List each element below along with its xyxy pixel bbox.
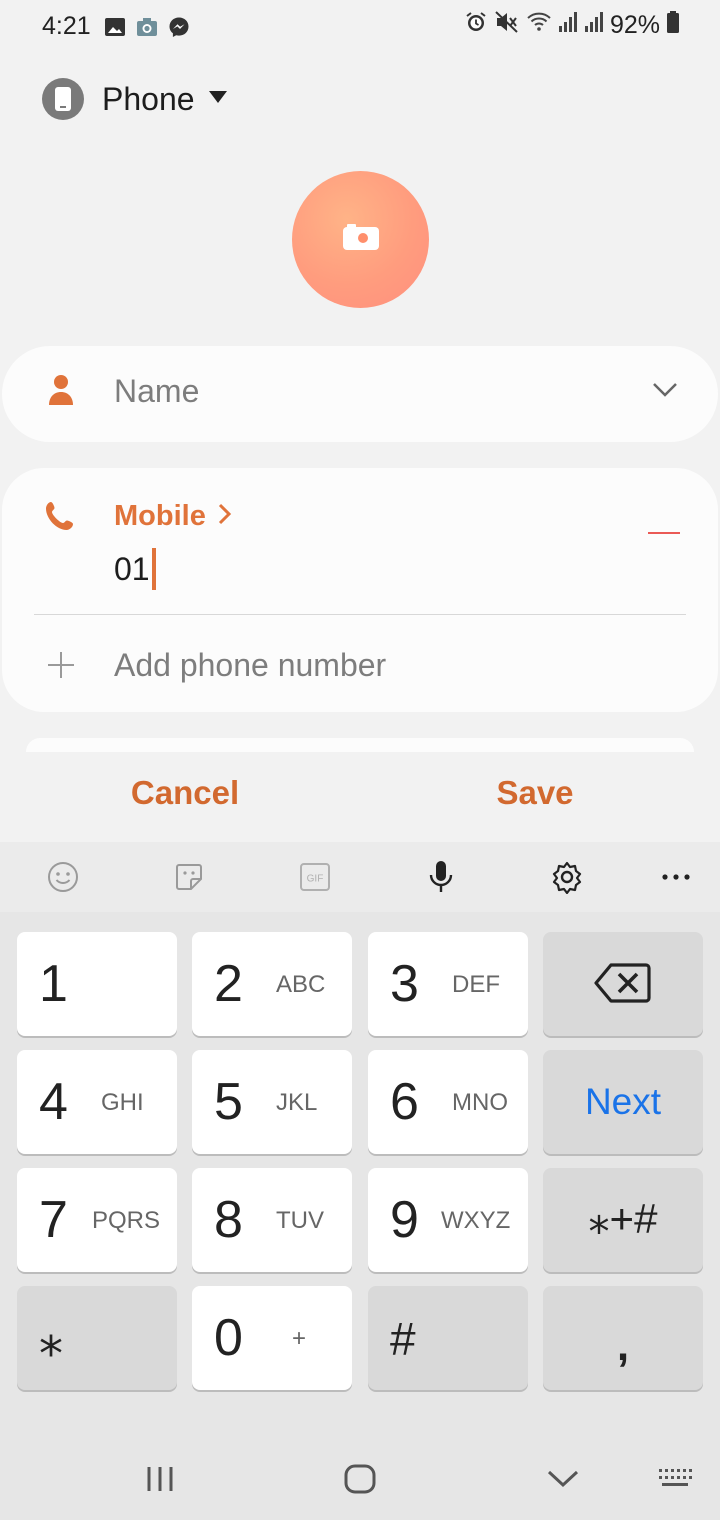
emoji-icon[interactable]: [46, 860, 80, 894]
next-key[interactable]: Next: [543, 1050, 703, 1154]
svg-text:GIF: GIF: [307, 874, 324, 885]
key-7[interactable]: 7 PQRS: [17, 1168, 177, 1272]
text-cursor: [151, 548, 156, 590]
symbols-key-label: ⁎+#: [588, 1195, 658, 1242]
key-0[interactable]: 0 +: [192, 1286, 352, 1390]
account-label: Phone: [102, 80, 195, 117]
camera-icon: [136, 16, 158, 38]
backspace-key[interactable]: [543, 932, 703, 1036]
remove-phone-button[interactable]: [648, 532, 680, 534]
sticker-icon[interactable]: [172, 860, 206, 894]
plus-icon: [46, 650, 76, 685]
phone-card: Mobile 01 Add phone number: [2, 468, 718, 712]
divider: [34, 614, 686, 615]
signal-icon: [584, 10, 604, 41]
keyboard-toolbar: GIF: [0, 842, 720, 912]
phone-number-input[interactable]: 01: [114, 548, 156, 590]
back-icon[interactable]: [547, 1470, 579, 1493]
home-icon[interactable]: [344, 1464, 376, 1499]
person-icon: [48, 374, 74, 411]
chevron-down-icon[interactable]: [652, 382, 678, 403]
symbols-key[interactable]: ⁎+#: [543, 1168, 703, 1272]
gif-icon[interactable]: GIF: [298, 860, 332, 894]
star-key[interactable]: ⁎: [17, 1286, 177, 1390]
messenger-icon: [168, 16, 190, 38]
phone-type-label: Mobile: [114, 500, 206, 532]
settings-icon[interactable]: [550, 860, 584, 894]
status-time: 4:21: [42, 12, 91, 40]
key-2[interactable]: 2 ABC: [192, 932, 352, 1036]
camera-icon: [342, 224, 379, 255]
dropdown-caret-icon: [208, 90, 227, 108]
key-9[interactable]: 9 WXYZ: [368, 1168, 528, 1272]
alarm-icon: [464, 10, 488, 41]
next-key-label: Next: [584, 1081, 662, 1122]
name-card: Name: [2, 346, 718, 442]
phone-icon: [44, 500, 76, 537]
cancel-button[interactable]: Cancel: [90, 774, 280, 812]
battery-text: 92%: [609, 11, 660, 39]
phone-type-selector[interactable]: Mobile: [114, 500, 232, 533]
action-bar: Cancel Save: [0, 752, 720, 842]
phone-storage-icon: [42, 78, 84, 120]
wifi-icon: [526, 10, 552, 41]
navigation-bar: [0, 1440, 720, 1520]
keyboard: GIF 1 2 ABC 3 DEF 4 GHI 5 JKL 6 MNO Next…: [0, 842, 720, 1440]
key-8[interactable]: 8 TUV: [192, 1168, 352, 1272]
key-5[interactable]: 5 JKL: [192, 1050, 352, 1154]
microphone-icon[interactable]: [424, 860, 458, 894]
mute-icon: [494, 10, 520, 41]
key-3[interactable]: 3 DEF: [368, 932, 528, 1036]
signal-icon: [558, 10, 578, 41]
phone-number-value: 01: [114, 550, 150, 587]
key-4[interactable]: 4 GHI: [17, 1050, 177, 1154]
backspace-icon: [593, 962, 651, 1009]
key-1[interactable]: 1: [17, 932, 177, 1036]
comma-key[interactable]: ,: [543, 1286, 703, 1390]
status-indicators: 92%: [464, 10, 680, 41]
recents-icon[interactable]: [146, 1466, 174, 1497]
status-bar: 4:21 92%: [0, 0, 720, 56]
name-input[interactable]: Name: [114, 373, 199, 410]
battery-icon: [666, 10, 680, 41]
account-selector[interactable]: Phone: [42, 78, 227, 120]
add-photo-button[interactable]: [292, 171, 429, 308]
hash-key[interactable]: #: [368, 1286, 528, 1390]
key-6[interactable]: 6 MNO: [368, 1050, 528, 1154]
more-icon[interactable]: [659, 860, 693, 894]
keyboard-switch-icon[interactable]: [658, 1468, 692, 1495]
more-fields-card: [26, 738, 694, 752]
gallery-icon: [104, 16, 126, 38]
chevron-right-icon: [218, 500, 232, 533]
save-button[interactable]: Save: [440, 774, 630, 812]
add-phone-number-button[interactable]: Add phone number: [114, 647, 386, 684]
